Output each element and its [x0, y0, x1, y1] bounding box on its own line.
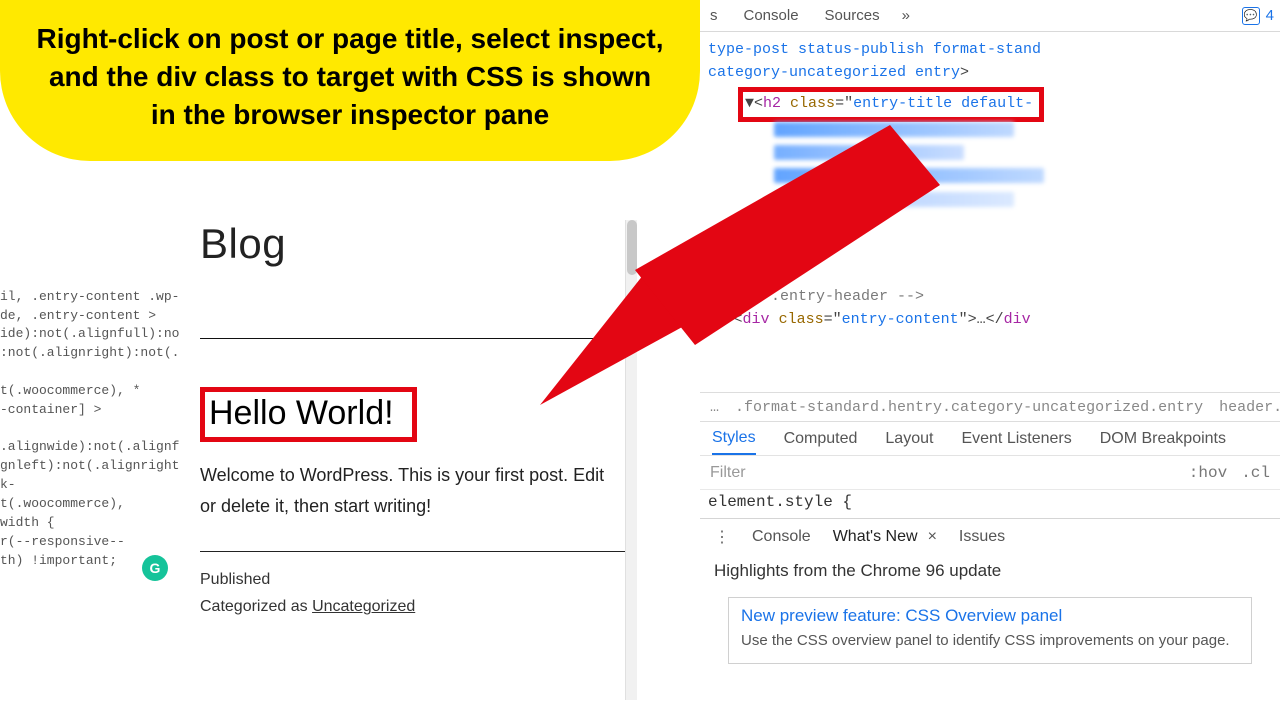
drawer-tab-console[interactable]: Console [752, 528, 811, 546]
grammarly-icon[interactable]: G [142, 555, 168, 581]
page-title: Blog [200, 220, 625, 268]
censored-line [774, 145, 964, 160]
styles-filter-input[interactable]: Filter [710, 464, 1175, 482]
subtab-layout[interactable]: Layout [885, 430, 933, 448]
dom-tree[interactable]: type-post status-publish format-stand ca… [700, 32, 1280, 341]
crumb-ellipsis[interactable]: … [710, 399, 719, 416]
tab-console[interactable]: Console [740, 7, 803, 24]
crumb-entry[interactable]: .format-standard.hentry.category-uncateg… [735, 399, 1203, 416]
promo-body: Use the CSS overview panel to identify C… [741, 630, 1239, 651]
post-title-highlight: Hello World! [200, 387, 417, 442]
devtools-tabs: s Console Sources » 💬 4 [700, 0, 1280, 32]
tab-sources[interactable]: Sources [821, 7, 884, 24]
subtab-computed[interactable]: Computed [784, 430, 858, 448]
meta-divider [200, 551, 625, 552]
post-body: Welcome to WordPress. This is your first… [200, 460, 625, 521]
styles-filter-row: Filter :hov .cl [700, 456, 1280, 490]
messages-indicator[interactable]: 💬 4 [1242, 7, 1274, 25]
styles-subtabs: Styles Computed Layout Event Listeners D… [700, 422, 1280, 456]
divider [200, 338, 625, 339]
published-label: Published [200, 566, 625, 593]
devtools-drawer: ⋮ Console What's New × Issues Highlights… [700, 518, 1280, 720]
dom-text-world: World! [774, 218, 828, 235]
post-meta: Published Categorized as Uncategorized [200, 566, 625, 620]
dom-h2-highlight: ▼<h2 class="entry-title default- [738, 87, 1044, 122]
element-style-rule[interactable]: element.style { [700, 493, 852, 511]
left-css-text: il, .entry-content .wp- de, .entry-conte… [0, 288, 190, 571]
page-preview: Blog Hello World! Welcome to WordPress. … [200, 220, 625, 621]
drawer-tab-whatsnew[interactable]: What's New [833, 528, 918, 546]
cls-toggle[interactable]: .cl [1241, 464, 1270, 482]
drawer-headline: Highlights from the Chrome 96 update [700, 555, 1280, 591]
crumb-header[interactable]: header.entr [1219, 399, 1280, 416]
subtab-dom-breakpoints[interactable]: DOM Breakpoints [1100, 430, 1226, 448]
page-scrollbar[interactable] [625, 220, 637, 700]
censored-line [774, 192, 1014, 207]
categorized-as: Categorized as [200, 598, 312, 615]
tabs-overflow-icon[interactable]: » [902, 7, 910, 24]
subtab-event-listeners[interactable]: Event Listeners [961, 430, 1071, 448]
annotation-text: Right-click on post or page title, selec… [34, 20, 666, 133]
chat-icon: 💬 [1242, 7, 1260, 25]
tab-elements-partial[interactable]: s [706, 7, 722, 24]
messages-count: 4 [1266, 7, 1274, 24]
dom-article-attrs: type-post status-publish format-stand ca… [708, 41, 1041, 81]
left-css-pane: il, .entry-content .wp- de, .entry-conte… [0, 250, 190, 589]
subtab-styles[interactable]: Styles [712, 429, 756, 455]
censored-line [774, 168, 1044, 183]
hov-toggle[interactable]: :hov [1189, 464, 1227, 482]
whatsnew-promo[interactable]: New preview feature: CSS Overview panel … [728, 597, 1252, 664]
scrollbar-thumb[interactable] [627, 220, 637, 275]
dom-comment: <!-- .entry-header --> [726, 285, 1272, 308]
censored-line [774, 122, 1014, 137]
promo-title: New preview feature: CSS Overview panel [741, 606, 1239, 626]
drawer-tab-close-icon[interactable]: × [928, 528, 937, 546]
annotation-callout: Right-click on post or page title, selec… [0, 0, 700, 161]
dom-breadcrumb[interactable]: … .format-standard.hentry.category-uncat… [700, 392, 1280, 422]
drawer-tabs: ⋮ Console What's New × Issues [700, 519, 1280, 555]
drawer-tab-issues[interactable]: Issues [959, 528, 1005, 546]
category-link[interactable]: Uncategorized [312, 598, 415, 615]
post-title[interactable]: Hello World! [209, 394, 394, 433]
drawer-menu-icon[interactable]: ⋮ [714, 527, 730, 547]
